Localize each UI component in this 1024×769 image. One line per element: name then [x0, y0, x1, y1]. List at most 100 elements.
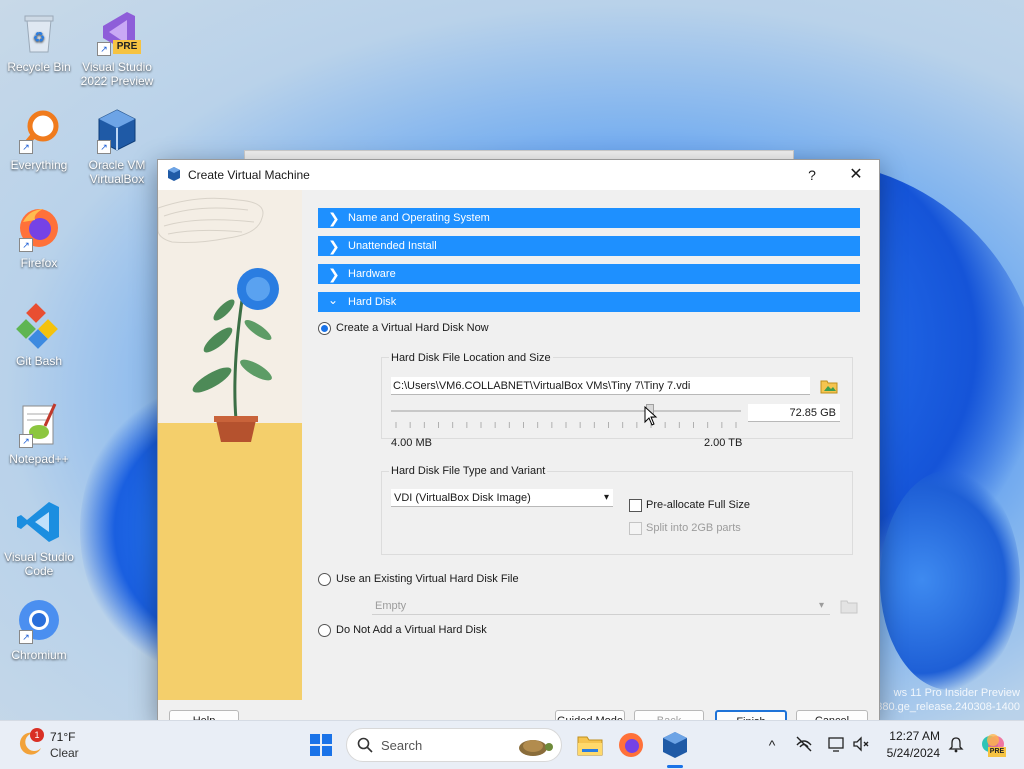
desktop-icon-label: Notepad++: [9, 452, 69, 466]
close-button[interactable]: ✕: [846, 165, 866, 185]
desktop-icon-label: Everything: [10, 158, 68, 172]
dialog-title: Create Virtual Machine: [188, 168, 310, 182]
radio-no-disk[interactable]: [318, 624, 331, 637]
clock-time[interactable]: 12:27 AM: [880, 729, 940, 743]
radio-use-existing-disk-label[interactable]: Use an Existing Virtual Hard Disk File: [336, 573, 519, 585]
desktop-icon-virtualbox[interactable]: ↗ Oracle VM VirtualBox: [78, 106, 156, 186]
desktop-icon-label: Visual Studio 2022 Preview: [80, 60, 154, 88]
slider-ticks: [395, 422, 737, 428]
chevron-down-icon: ▾: [603, 492, 609, 503]
virtualbox-cube-icon: [166, 166, 182, 182]
desktop-icon-label: Recycle Bin: [7, 60, 71, 74]
network-offline-icon[interactable]: [794, 735, 814, 755]
weather-alert-badge: 1: [30, 728, 44, 742]
help-button[interactable]: ?: [802, 165, 822, 185]
disk-path-input[interactable]: C:\Users\VM6.COLLABNET\VirtualBox VMs\Ti…: [391, 377, 810, 395]
slider-max-label: 2.00 TB: [704, 437, 743, 449]
choose-existing-disk-folder-icon[interactable]: [840, 597, 858, 615]
desktop-icon-everything[interactable]: ↗ Everything: [0, 106, 78, 172]
weather-temperature[interactable]: 71°F: [50, 730, 75, 744]
chevron-right-icon: ❯: [328, 210, 340, 226]
shortcut-arrow-icon: ↗: [19, 140, 33, 154]
disk-type-select[interactable]: VDI (VirtualBox Disk Image) ▾: [391, 489, 613, 507]
radio-no-disk-label[interactable]: Do Not Add a Virtual Hard Disk: [336, 624, 487, 636]
weather-condition[interactable]: Clear: [50, 746, 79, 760]
wallpaper-bloom: [880, 470, 1020, 690]
volume-muted-icon[interactable]: [851, 735, 871, 755]
weather-moon-icon[interactable]: 1: [18, 728, 44, 756]
taskbar-search-box[interactable]: Search: [346, 728, 562, 762]
desktop-icon-label: Visual Studio Code: [4, 550, 74, 578]
desktop-icon-label: Firefox: [20, 256, 58, 270]
svg-text:♻: ♻: [33, 29, 46, 45]
existing-disk-select[interactable]: Empty ▾: [372, 597, 830, 615]
section-hard-disk[interactable]: ⌄ Hard Disk: [318, 292, 860, 312]
desktop-icon-recycle-bin[interactable]: ♻ Recycle Bin: [0, 8, 78, 74]
shortcut-arrow-icon: ↗: [19, 434, 33, 448]
wizard-illustration: [158, 190, 302, 700]
copilot-pre-badge: PRE: [988, 747, 1006, 757]
firefox-icon: ↗: [15, 204, 63, 252]
type-variant-group-label: Hard Disk File Type and Variant: [389, 465, 548, 477]
pre-badge: PRE: [113, 40, 141, 54]
turtle-search-highlight-icon: [519, 740, 553, 756]
os-watermark: ws 11 Pro Insider Preview 380.ge_release…: [876, 687, 1020, 713]
git-bash-icon: [15, 302, 63, 350]
virtualbox-cube-icon: ↗: [93, 106, 141, 154]
radio-create-new-disk-label[interactable]: Create a Virtual Hard Disk Now: [336, 322, 489, 334]
mouse-cursor-icon: [644, 406, 658, 426]
choose-file-folder-icon[interactable]: [820, 377, 838, 395]
notepad-plus-plus-icon: ↗: [15, 400, 63, 448]
search-placeholder: Search: [381, 738, 423, 753]
chevron-down-icon: ▾: [818, 600, 824, 611]
preallocate-checkbox[interactable]: [629, 499, 642, 512]
type-variant-group: [381, 471, 853, 555]
desktop-icon-chromium[interactable]: ↗ Chromium: [0, 596, 78, 662]
radio-use-existing-disk[interactable]: [318, 573, 331, 586]
notification-bell-icon[interactable]: [946, 735, 966, 755]
disk-size-slider-track[interactable]: [391, 410, 741, 412]
slider-min-label: 4.00 MB: [391, 437, 432, 449]
chromium-icon: ↗: [15, 596, 63, 644]
plant-illustration: [158, 197, 279, 442]
chevron-right-icon: ❯: [328, 238, 340, 254]
shortcut-arrow-icon: ↗: [19, 630, 33, 644]
split-2gb-checkbox[interactable]: [629, 522, 642, 535]
desktop-icon-visual-studio-preview[interactable]: PRE ↗ Visual Studio 2022 Preview: [78, 8, 156, 88]
desktop-icon-label: Git Bash: [15, 354, 63, 368]
desktop-icon-firefox[interactable]: ↗ Firefox: [0, 204, 78, 270]
desktop-icon-label: Chromium: [11, 648, 67, 662]
split-2gb-label: Split into 2GB parts: [646, 522, 741, 534]
section-unattended-install[interactable]: ❯ Unattended Install: [318, 236, 860, 256]
shortcut-arrow-icon: ↗: [97, 140, 111, 154]
visual-studio-icon: PRE ↗: [93, 8, 141, 56]
desktop-icon-notepad-plus-plus[interactable]: ↗ Notepad++: [0, 400, 78, 466]
create-vm-dialog: Create Virtual Machine ? ✕ ❯ Name and Op…: [157, 159, 880, 722]
shortcut-arrow-icon: ↗: [97, 42, 111, 56]
virtualbox-taskbar-icon[interactable]: [659, 729, 691, 768]
copilot-icon[interactable]: PRE: [980, 732, 1006, 758]
desktop-icon-label: Oracle VM VirtualBox: [88, 158, 146, 186]
start-button-windows-icon[interactable]: [309, 733, 333, 757]
chevron-down-icon: ⌄: [328, 293, 339, 307]
location-size-group-label: Hard Disk File Location and Size: [389, 352, 553, 364]
display-icon[interactable]: [826, 735, 846, 755]
recycle-bin-icon: ♻: [15, 8, 63, 56]
show-hidden-icons-chevron-up-icon[interactable]: ^: [762, 735, 782, 755]
disk-size-input[interactable]: 72.85 GB: [748, 404, 840, 422]
vscode-icon: [15, 498, 63, 546]
magnifier-icon: ↗: [15, 106, 63, 154]
section-hardware[interactable]: ❯ Hardware: [318, 264, 860, 284]
shortcut-arrow-icon: ↗: [19, 238, 33, 252]
radio-create-new-disk[interactable]: [318, 322, 331, 335]
clock-date[interactable]: 5/24/2024: [880, 746, 940, 760]
firefox-taskbar-icon[interactable]: [615, 729, 647, 761]
preallocate-label[interactable]: Pre-allocate Full Size: [646, 499, 750, 511]
section-name-and-os[interactable]: ❯ Name and Operating System: [318, 208, 860, 228]
desktop-icon-vscode[interactable]: Visual Studio Code: [0, 498, 78, 578]
file-explorer-icon[interactable]: [574, 729, 606, 761]
dialog-titlebar[interactable]: Create Virtual Machine ? ✕: [158, 160, 879, 190]
desktop-icon-git-bash[interactable]: Git Bash: [0, 302, 78, 368]
chevron-right-icon: ❯: [328, 266, 340, 282]
search-icon: [357, 737, 373, 753]
